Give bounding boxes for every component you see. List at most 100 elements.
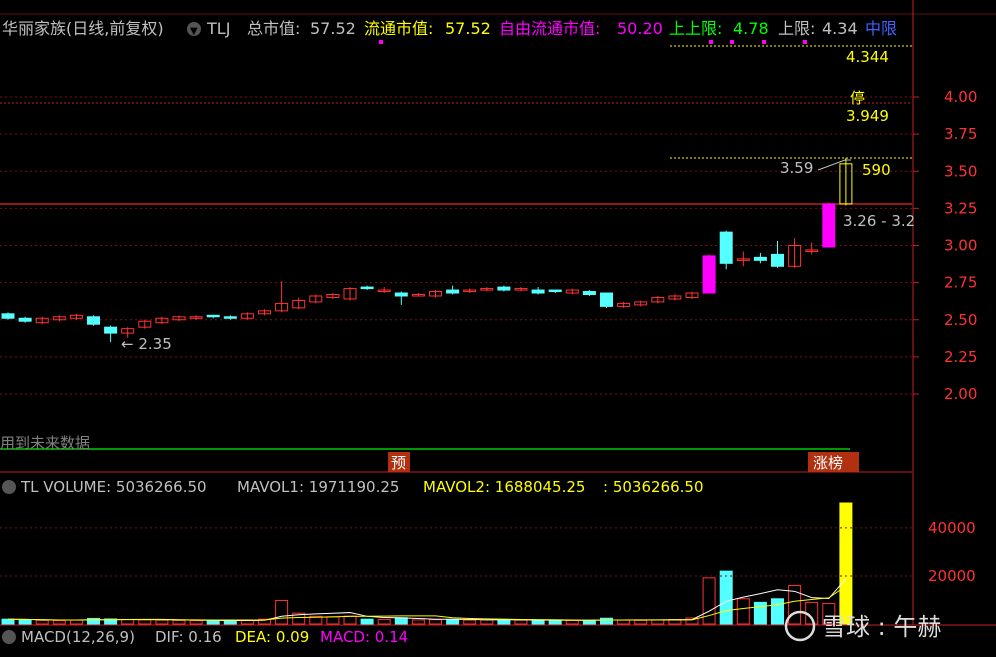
price-tick-label: 3.00	[944, 237, 977, 255]
volume-bar	[343, 615, 357, 625]
volume-bar	[634, 619, 648, 625]
stock-code: TLJ	[206, 19, 230, 38]
upper-value-label: 4.344	[846, 48, 889, 66]
price-tick-label: 2.75	[944, 274, 977, 292]
volume-bar	[497, 619, 511, 625]
candle-body	[600, 292, 613, 307]
price-tick-label: 3.25	[944, 199, 977, 217]
volume-bar	[719, 570, 733, 625]
dif-label: DIF: 0.16	[155, 628, 222, 646]
price-tick-label: 4.00	[944, 88, 977, 106]
volume-bar	[377, 618, 391, 625]
watermark: 雪球 : 午赫	[822, 613, 941, 641]
upper-upper-value: 4.78	[733, 19, 769, 38]
volume-tick-label: 20000	[928, 567, 976, 585]
price-axis-ticks: 4.00 3.75 3.50 3.25 3.00 2.75 2.50 2.25 2.00	[944, 88, 977, 403]
candle-body	[394, 292, 408, 297]
price-tick-label: 2.00	[944, 385, 977, 403]
macd-label: MACD(12,26,9)	[21, 628, 135, 646]
volume-bar	[69, 619, 83, 625]
volume-bar	[52, 620, 66, 625]
volume-bar	[411, 619, 425, 625]
candle-body	[223, 316, 237, 319]
price-tick-label: 2.50	[944, 311, 977, 329]
candle-body	[497, 286, 511, 291]
float-mv-value: 57.52	[445, 19, 491, 38]
volume-bar	[480, 619, 494, 625]
limit-up-mark: 停	[850, 89, 865, 107]
volume-bar	[275, 599, 289, 625]
volume-bar	[189, 620, 203, 625]
volume-tick-label: 40000	[928, 519, 976, 537]
volume-settings-icon[interactable]	[2, 480, 16, 494]
volume-bar	[360, 618, 374, 625]
upper-value: 4.34	[822, 19, 858, 38]
volume-label: TL VOLUME: 5036266.50	[20, 478, 207, 496]
candle-body	[719, 231, 733, 264]
total-mv-value: 57.52	[310, 19, 356, 38]
volume-bar	[155, 619, 169, 625]
volume-bar	[771, 598, 784, 625]
upper-label: 上限:	[778, 19, 815, 38]
high-value-label: 3.59	[780, 159, 813, 177]
macd-value: MACD: 0.14	[320, 628, 408, 646]
volume-bar	[565, 619, 579, 625]
last-range-label: 3.26 - 3.2	[843, 212, 915, 230]
upper-upper-label: 上上限:	[669, 19, 722, 38]
header-marks	[379, 40, 807, 44]
volume-bar	[172, 619, 186, 625]
candle-body	[531, 289, 545, 294]
volume-bar	[18, 619, 32, 625]
price-tick-label: 3.75	[944, 125, 977, 143]
volume-bar	[429, 619, 442, 625]
volume-bar	[600, 617, 613, 625]
volume-axis-ticks: 40000 20000	[0, 519, 976, 585]
candle-body	[104, 326, 118, 334]
candle-body	[206, 314, 220, 318]
candle-body	[1, 313, 15, 319]
chevron-down-icon: ▼	[190, 26, 198, 37]
mavol1-label: MAVOL1: 1971190.25	[237, 478, 399, 496]
volume-bar	[223, 620, 237, 625]
volume-current: : 5036266.50	[603, 478, 703, 496]
volume-bar	[326, 616, 340, 625]
volume-bar	[446, 618, 460, 625]
macd-settings-icon[interactable]	[2, 630, 16, 644]
volume-bar	[839, 502, 853, 625]
limit-up-value: 3.949	[846, 107, 889, 125]
volume-bar	[548, 620, 562, 625]
candle-body	[771, 253, 784, 267]
volume-bar	[514, 619, 528, 625]
candle-body	[822, 203, 836, 248]
middle-label: 中限	[865, 19, 897, 38]
free-float-label: 自由流通市值:	[499, 19, 600, 38]
candlestick-series	[1, 157, 853, 343]
total-mv-label: 总市值:	[247, 19, 300, 38]
future-data-note: 用到未来数据	[0, 434, 90, 452]
volume-bar	[394, 617, 408, 625]
volume-bar	[531, 619, 545, 625]
candle-body	[446, 289, 460, 294]
dea-label: DEA: 0.09	[235, 628, 309, 646]
candle-body	[548, 289, 562, 293]
candle-body	[87, 316, 100, 325]
mavol2-label: MAVOL2: 1688045.25	[423, 478, 585, 496]
candle-body	[753, 256, 767, 261]
candle-body	[18, 317, 32, 322]
volume-series	[1, 502, 853, 625]
stock-name: 华丽家族(日线,前复权)	[2, 19, 164, 38]
candle-body	[582, 291, 596, 296]
rank-badge[interactable]: 涨榜	[813, 454, 843, 472]
forecast-badge[interactable]: 预	[391, 454, 406, 472]
candle-body	[360, 286, 374, 290]
volume-bar	[582, 619, 596, 625]
volume-bar	[463, 619, 477, 625]
price-tick-label: 2.25	[944, 348, 977, 366]
free-float-value: 50.20	[617, 19, 663, 38]
volume-bar	[1, 618, 15, 625]
volume-bar	[35, 619, 49, 625]
volume-bar	[753, 601, 767, 625]
volume-bar	[736, 598, 750, 625]
volume-bar	[138, 619, 152, 625]
volume-bar	[617, 619, 631, 625]
